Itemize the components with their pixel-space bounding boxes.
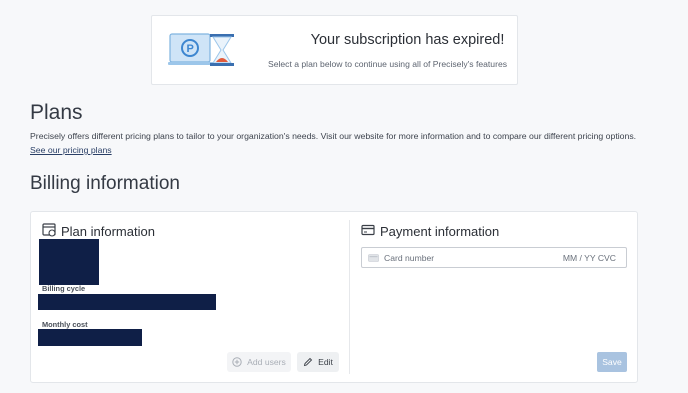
add-users-label: Add users xyxy=(247,357,286,367)
billing-cycle-label: Billing cycle xyxy=(42,284,86,293)
billing-heading: Billing information xyxy=(30,173,180,194)
hourglass-laptop-illustration: P xyxy=(168,33,234,66)
edit-label: Edit xyxy=(318,357,333,367)
edit-button[interactable]: Edit xyxy=(297,352,339,372)
card-brand-icon xyxy=(368,254,379,262)
pencil-icon xyxy=(303,357,313,367)
expiry-cvc-placeholder: MM / YY CVC xyxy=(562,253,616,263)
card-number-input[interactable]: Card number MM / YY CVC xyxy=(361,247,627,268)
banner-title: Your subscription has expired! xyxy=(310,32,505,48)
plan-icon xyxy=(42,223,56,237)
payment-info-title: Payment information xyxy=(380,224,500,239)
card-number-placeholder: Card number xyxy=(384,253,435,263)
svg-text:P: P xyxy=(187,43,194,55)
billing-cycle-redacted xyxy=(38,294,216,310)
plans-description: Precisely offers different pricing plans… xyxy=(30,131,637,141)
plans-heading: Plans xyxy=(30,101,83,124)
plan-name-redacted xyxy=(39,239,99,285)
add-circle-icon xyxy=(232,357,242,367)
plan-info-title: Plan information xyxy=(61,224,155,239)
save-button[interactable]: Save xyxy=(597,352,627,372)
billing-card: Plan information Billing cycle Monthly c… xyxy=(30,211,638,383)
monthly-cost-redacted xyxy=(38,329,142,346)
banner-subtitle: Select a plan below to continue using al… xyxy=(267,59,508,69)
subscription-expired-banner: P Your subscription has expired! Select … xyxy=(151,15,518,85)
section-divider xyxy=(349,220,350,374)
add-users-button[interactable]: Add users xyxy=(227,352,291,372)
pricing-plans-link[interactable]: See our pricing plans xyxy=(30,145,112,155)
card-icon xyxy=(361,224,375,236)
monthly-cost-label: Monthly cost xyxy=(42,320,88,329)
